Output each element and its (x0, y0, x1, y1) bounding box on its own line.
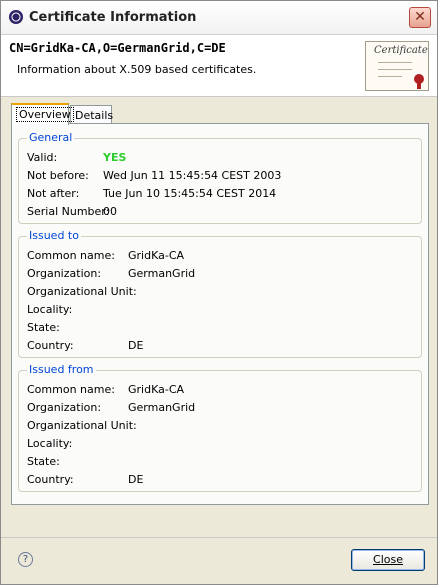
issued-to-group: Issued to Common name: GridKa-CA Organiz… (18, 229, 422, 358)
not-after-value: Tue Jun 10 15:45:54 CEST 2014 (103, 187, 277, 200)
certificate-dialog: Certificate Information ✕ CN=GridKa-CA,O… (0, 0, 438, 585)
field-value: DE (128, 473, 144, 486)
issued-from-group: Issued from Common name: GridKa-CA Organ… (18, 363, 422, 492)
eclipse-icon (9, 10, 23, 24)
title-bar[interactable]: Certificate Information ✕ (1, 1, 437, 35)
field-value: GridKa-CA (128, 383, 185, 396)
header-banner: CN=GridKa-CA,O=GermanGrid,C=DE Informati… (1, 35, 437, 97)
window-title: Certificate Information (29, 10, 197, 25)
footer-divider (1, 537, 437, 538)
general-title: General (27, 131, 75, 144)
field-label: State: (27, 321, 60, 334)
valid-value: YES (103, 151, 127, 164)
issued-to-title: Issued to (27, 229, 81, 242)
help-icon[interactable]: ? (18, 552, 33, 567)
field-label: Organizational Unit: (27, 285, 137, 298)
not-before-label: Not before: (27, 169, 89, 182)
field-value: GridKa-CA (128, 249, 185, 262)
field-label: Locality: (27, 303, 73, 316)
field-value: GermanGrid (128, 267, 196, 280)
close-window-button[interactable]: ✕ (409, 7, 431, 28)
field-value: GermanGrid (128, 401, 196, 414)
field-label: Country: (27, 339, 74, 352)
tab-overview[interactable]: Overview (11, 103, 74, 125)
not-before-value: Wed Jun 11 15:45:54 CEST 2003 (103, 169, 282, 182)
close-button[interactable]: Close (351, 549, 425, 571)
valid-label: Valid: (27, 151, 58, 164)
field-label: Locality: (27, 437, 73, 450)
close-button-label: Close (373, 553, 403, 566)
header-description: Information about X.509 based certificat… (17, 63, 257, 76)
field-value: DE (128, 339, 144, 352)
tab-details-label: Details (75, 109, 114, 122)
general-group: General Valid: YES Not before: Wed Jun 1… (18, 131, 422, 224)
serial-label: Serial Number: (27, 205, 110, 218)
certificate-cn: CN=GridKa-CA,O=GermanGrid,C=DE (9, 41, 226, 55)
field-label: Country: (27, 473, 74, 486)
field-label: Organization: (27, 401, 102, 414)
certificate-icon: Certificate (365, 41, 429, 91)
not-after-label: Not after: (27, 187, 80, 200)
overview-panel: General Valid: YES Not before: Wed Jun 1… (11, 123, 429, 505)
field-label: Organization: (27, 267, 102, 280)
field-label: Common name: (27, 249, 115, 262)
field-label: Organizational Unit: (27, 419, 137, 432)
seal-icon (414, 74, 424, 84)
tab-overview-label: Overview (16, 107, 74, 122)
tab-details[interactable]: Details (70, 105, 114, 125)
field-label: Common name: (27, 383, 115, 396)
issued-from-title: Issued from (27, 363, 96, 376)
serial-value: 00 (103, 205, 117, 218)
field-label: State: (27, 455, 60, 468)
